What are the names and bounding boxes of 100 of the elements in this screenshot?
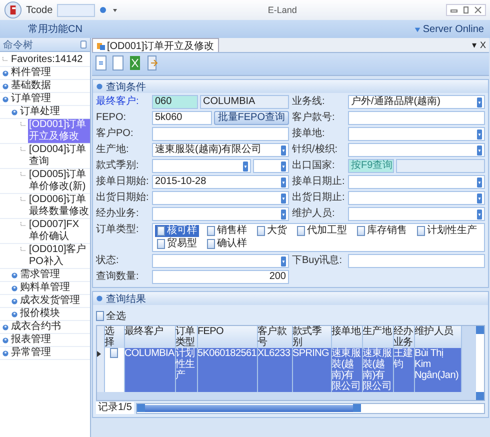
dropdown-field[interactable] <box>348 207 485 221</box>
field-label: 客户PO: <box>96 127 134 141</box>
checkbox[interactable]: 贸易型 <box>155 238 199 250</box>
input-field[interactable] <box>152 127 289 141</box>
column-header[interactable]: 订单类型 <box>175 326 197 348</box>
dropdown-icon[interactable] <box>110 6 119 14</box>
exit-icon[interactable] <box>145 55 159 71</box>
vertical-scrollbar[interactable] <box>476 326 484 400</box>
tree-item[interactable]: 料件管理 <box>10 67 52 79</box>
server-status: Server Online <box>422 24 484 34</box>
tree-item[interactable]: [OD005]订单单价修改(新) <box>28 169 90 193</box>
row-checkbox[interactable] <box>110 348 118 358</box>
tree-item[interactable]: 报价模块 <box>19 308 61 320</box>
dropdown-field[interactable] <box>348 143 485 157</box>
tcode-field[interactable] <box>56 4 95 16</box>
tree-item[interactable]: 成衣合约书 <box>10 321 62 333</box>
tree-item[interactable]: 成衣发货管理 <box>19 295 81 307</box>
dropdown-icon[interactable] <box>281 160 286 172</box>
dropdown-field[interactable] <box>253 159 289 173</box>
column-header[interactable]: 客户款号 <box>257 326 292 348</box>
tree-item[interactable]: 购料单管理 <box>19 282 71 294</box>
go-icon[interactable] <box>98 6 107 14</box>
table-row[interactable]: COLUMBIA计划性生产 5K060182561XL6233 SPRING 速東服裝(越南)有限公司 速東服裝(越南)有限公司 王建钧 Bùi Thị Kim Ngân(Jan) <box>97 348 461 392</box>
column-header[interactable]: 选择 <box>104 326 124 348</box>
column-header[interactable]: 生产地 <box>362 326 393 348</box>
input-field[interactable] <box>348 254 485 268</box>
page-icon[interactable] <box>111 55 125 71</box>
checkbox[interactable]: 计划性生产 <box>415 225 479 237</box>
dropdown-icon[interactable] <box>477 208 482 220</box>
sidebar-title: 命令树 <box>3 38 33 52</box>
checkbox[interactable]: 大货 <box>255 225 289 237</box>
tree-item[interactable]: [OD007]FX单价确认 <box>28 219 90 243</box>
code-field[interactable]: 060 <box>152 95 198 109</box>
tree-item[interactable]: [OD004]订单查询 <box>28 144 90 168</box>
document-icon[interactable] <box>94 55 108 71</box>
tab-control[interactable]: ▾ <box>472 40 477 50</box>
checkbox[interactable]: 核可样 <box>155 225 199 237</box>
close-icon[interactable] <box>473 5 483 15</box>
dropdown-field[interactable] <box>152 207 289 221</box>
input-field[interactable]: 5k060 <box>152 111 212 125</box>
name-field[interactable]: COLUMBIA <box>200 95 289 109</box>
checkbox[interactable]: 库存销售 <box>355 225 409 237</box>
dropdown-icon[interactable] <box>281 192 286 204</box>
tab-control[interactable]: X <box>480 40 486 50</box>
dropdown-field[interactable] <box>348 127 485 141</box>
node-icon <box>2 83 9 90</box>
logo-icon[interactable] <box>4 1 22 19</box>
tree-item[interactable]: 需求管理 <box>19 269 61 281</box>
batch-query-button[interactable]: 批量FEPO查询 <box>214 111 289 125</box>
dropdown-field[interactable] <box>152 159 251 173</box>
tree-item[interactable]: [OD001]订单开立及修改 <box>28 119 90 143</box>
dropdown-icon[interactable] <box>477 192 482 204</box>
tree-item[interactable]: 订单管理 <box>10 93 52 105</box>
dropdown-icon[interactable] <box>477 128 482 140</box>
column-header[interactable]: 款式季别 <box>292 326 331 348</box>
collapse-icon[interactable] <box>96 295 103 302</box>
tree-item[interactable]: [OD010]客户PO补入 <box>28 244 90 268</box>
node-icon <box>2 350 9 357</box>
column-header[interactable]: FEPO <box>197 326 257 348</box>
checkbox[interactable]: 代加工型 <box>295 225 349 237</box>
dropdown-icon[interactable] <box>243 160 248 172</box>
dropdown-icon[interactable] <box>281 176 286 188</box>
menu-tab[interactable]: 常用功能CN <box>28 22 414 36</box>
restore-icon[interactable] <box>461 5 471 15</box>
dropdown-icon[interactable] <box>281 144 286 156</box>
dropdown-field[interactable]: 2015-10-28 <box>152 175 289 189</box>
table-cell: 计划性生产 <box>175 348 197 392</box>
name-field[interactable] <box>396 159 485 173</box>
checkbox[interactable]: 销售样 <box>205 225 249 237</box>
dropdown-icon[interactable] <box>281 208 286 220</box>
tab[interactable]: [OD001]订单开立及修改 <box>92 38 220 52</box>
column-header[interactable]: 维护人员 <box>414 326 461 348</box>
field-label: 维护人员: <box>292 207 336 221</box>
select-all-checkbox[interactable]: 全选 <box>96 309 485 323</box>
dropdown-icon[interactable] <box>477 176 482 188</box>
input-field[interactable] <box>348 111 485 125</box>
collapse-icon[interactable] <box>96 83 103 90</box>
dropdown-field[interactable] <box>348 175 485 189</box>
spreadsheet-icon[interactable] <box>128 55 142 71</box>
pin-icon[interactable] <box>80 40 87 49</box>
column-header[interactable]: 最终客户 <box>124 326 175 348</box>
checkbox[interactable]: 确认样 <box>205 238 249 250</box>
dropdown-field[interactable] <box>348 191 485 205</box>
tree-item[interactable]: 订单处理 <box>19 106 61 118</box>
node-icon <box>11 311 18 318</box>
tree-item[interactable]: 基础数据 <box>10 80 52 92</box>
dropdown-field[interactable] <box>152 254 289 268</box>
dropdown-icon[interactable] <box>477 144 482 156</box>
horizontal-scrollbar[interactable] <box>136 402 485 414</box>
input-field[interactable]: 200 <box>152 270 289 284</box>
tree-item[interactable]: 报表管理 <box>10 334 52 346</box>
dropdown-icon[interactable] <box>281 256 286 266</box>
dropdown-field[interactable] <box>152 191 289 205</box>
column-header[interactable]: 接单地 <box>331 326 362 348</box>
tree-item[interactable]: [OD006]订单最终数量修改 <box>28 194 90 218</box>
dropdown-field[interactable]: 速東服裝(越南)有限公司 <box>152 143 289 157</box>
tree-item[interactable]: Favorites:14142 <box>10 54 84 66</box>
tree-item[interactable]: 异常管理 <box>10 347 52 359</box>
column-header[interactable]: 经办业务 <box>393 326 414 348</box>
dropdown-icon[interactable] <box>477 96 482 108</box>
